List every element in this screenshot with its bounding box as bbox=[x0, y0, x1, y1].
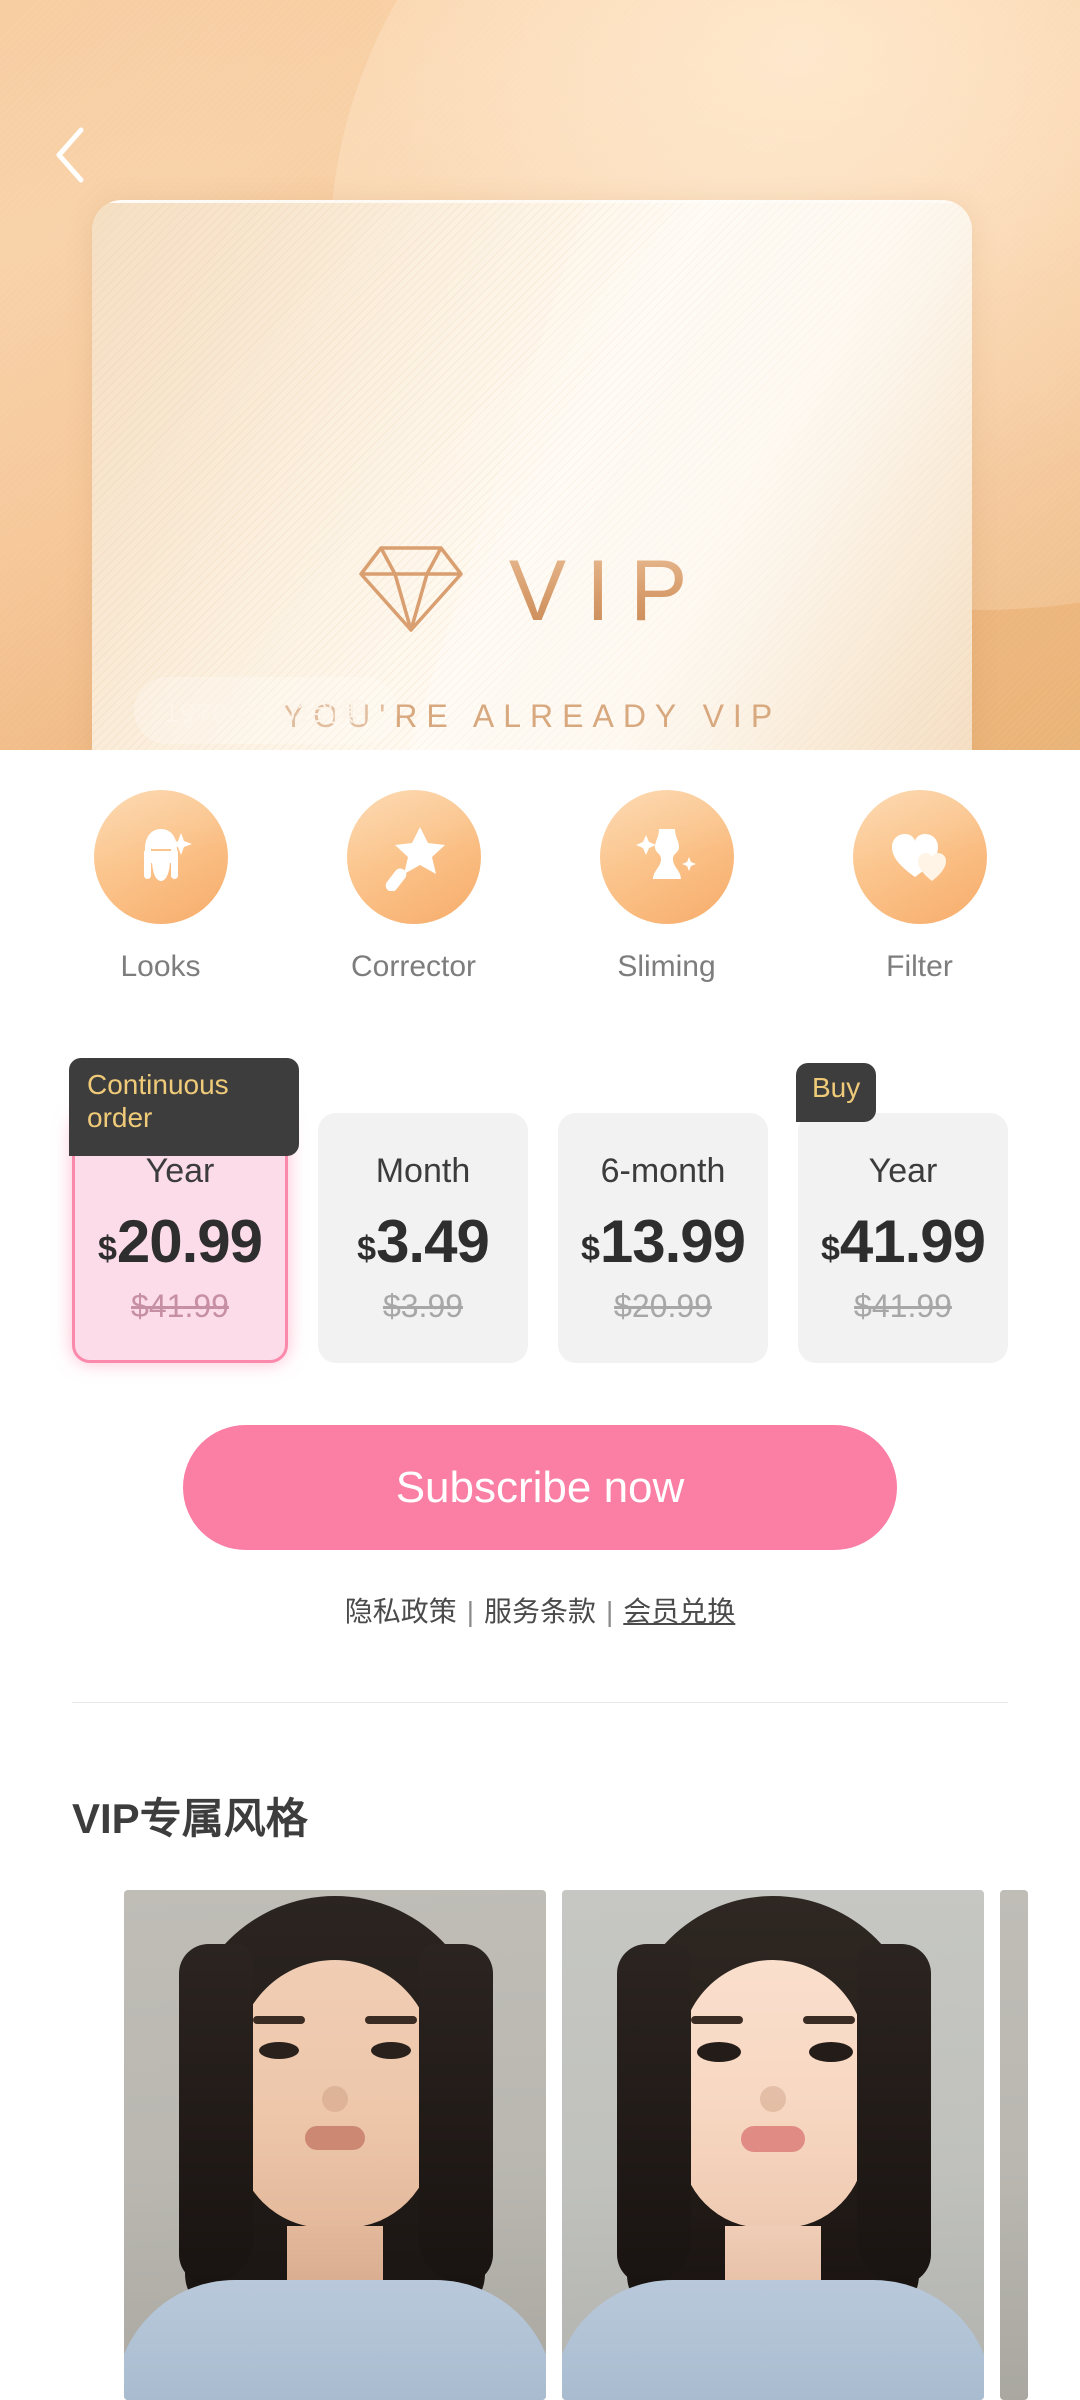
feature-icons-row: Looks Corrector Sliming Filter bbox=[0, 790, 1080, 984]
plan-old-price: $41.99 bbox=[131, 1287, 229, 1324]
plan-period: Month bbox=[375, 1151, 471, 1190]
card-sheen bbox=[92, 200, 972, 203]
hero-banner: VIP YOU'RE ALREADY VIP 1970-01-01到期 bbox=[0, 0, 1080, 750]
plan-currency: $ bbox=[97, 1229, 117, 1268]
legal-separator: | bbox=[466, 1596, 474, 1627]
section-divider bbox=[72, 1702, 1008, 1703]
plan-amount: 20.99 bbox=[116, 1207, 263, 1275]
chevron-left-icon bbox=[51, 125, 91, 185]
feature-item-corrector[interactable]: Corrector bbox=[287, 790, 540, 984]
pricing-plans-row: Continuous order Year $ 20.99 $41.99 Mon… bbox=[0, 1055, 1080, 1363]
plan-currency: $ bbox=[357, 1229, 377, 1268]
vip-logo-row: VIP bbox=[92, 540, 972, 641]
vip-brand-text: VIP bbox=[499, 548, 708, 634]
vip-expiry-badge: 1970-01-01到期 bbox=[134, 677, 399, 744]
terms-of-service-link[interactable]: 服务条款 bbox=[484, 1596, 596, 1627]
double-heart-icon bbox=[884, 819, 956, 896]
vip-membership-card: VIP YOU'RE ALREADY VIP 1970-01-01到期 bbox=[92, 200, 972, 750]
plan-period: Year bbox=[868, 1151, 938, 1190]
plan-price: $ 20.99 bbox=[97, 1207, 263, 1276]
face-sparkle-icon bbox=[125, 819, 197, 896]
diamond-icon bbox=[357, 540, 465, 641]
feature-icon-circle bbox=[599, 790, 734, 924]
plan-price: $ 13.99 bbox=[580, 1207, 746, 1276]
gallery-item-after[interactable] bbox=[562, 1890, 984, 2400]
plan-price: $ 3.49 bbox=[357, 1207, 490, 1276]
plan-card-year-buy[interactable]: Buy Year $ 41.99 $41.99 bbox=[796, 1063, 1008, 1363]
portrait-after-image bbox=[562, 1890, 984, 2400]
plan-badge-buy: Buy bbox=[796, 1063, 877, 1123]
magic-wand-icon bbox=[378, 819, 450, 896]
plan-amount: 41.99 bbox=[839, 1207, 986, 1275]
feature-label: Corrector bbox=[350, 950, 477, 983]
dress-sparkle-icon bbox=[631, 819, 703, 896]
subscribe-now-button[interactable]: Subscribe now bbox=[183, 1425, 897, 1550]
plan-currency: $ bbox=[820, 1229, 840, 1268]
back-button[interactable] bbox=[34, 118, 108, 192]
plan-period: 6-month bbox=[600, 1151, 726, 1190]
feature-icon-circle bbox=[93, 790, 228, 924]
plan-card-month[interactable]: Month $ 3.49 $3.99 bbox=[318, 1113, 528, 1363]
plan-amount: 3.49 bbox=[376, 1207, 490, 1275]
feature-item-filter[interactable]: Filter bbox=[793, 790, 1046, 984]
gallery-item-next-peek[interactable] bbox=[1000, 1890, 1028, 2400]
plan-old-price: $41.99 bbox=[854, 1287, 952, 1324]
plan-card-year-continuous[interactable]: Continuous order Year $ 20.99 $41.99 bbox=[69, 1058, 299, 1363]
feature-label: Filter bbox=[886, 950, 953, 983]
vip-styles-gallery[interactable] bbox=[0, 1890, 1080, 2400]
gallery-item-before[interactable] bbox=[124, 1890, 546, 2400]
feature-icon-circle bbox=[852, 790, 987, 924]
feature-item-looks[interactable]: Looks bbox=[34, 790, 287, 984]
portrait-before-image bbox=[124, 1890, 546, 2400]
plan-currency: $ bbox=[580, 1229, 600, 1268]
plan-old-price: $20.99 bbox=[614, 1287, 712, 1324]
feature-icon-circle bbox=[346, 790, 481, 924]
privacy-policy-link[interactable]: 隐私政策 bbox=[345, 1596, 457, 1627]
member-redeem-link[interactable]: 会员兑换 bbox=[623, 1596, 735, 1627]
feature-label: Looks bbox=[120, 950, 201, 983]
plan-badge-continuous-order: Continuous order bbox=[69, 1058, 299, 1157]
legal-separator: | bbox=[606, 1596, 614, 1627]
plan-price: $ 41.99 bbox=[820, 1207, 986, 1276]
legal-links-row: 隐私政策 | 服务条款 | 会员兑换 bbox=[0, 1590, 1080, 1630]
plan-period: Year bbox=[145, 1151, 215, 1190]
plan-amount: 13.99 bbox=[599, 1207, 746, 1275]
feature-item-sliming[interactable]: Sliming bbox=[540, 790, 793, 984]
feature-label: Sliming bbox=[617, 950, 716, 983]
plan-old-price: $3.99 bbox=[382, 1287, 464, 1324]
plan-card-6-month[interactable]: 6-month $ 13.99 $20.99 bbox=[558, 1113, 768, 1363]
portrait-peek-image bbox=[1000, 1890, 1028, 2400]
vip-styles-section-title: VIP专属风格 bbox=[72, 1795, 308, 1842]
